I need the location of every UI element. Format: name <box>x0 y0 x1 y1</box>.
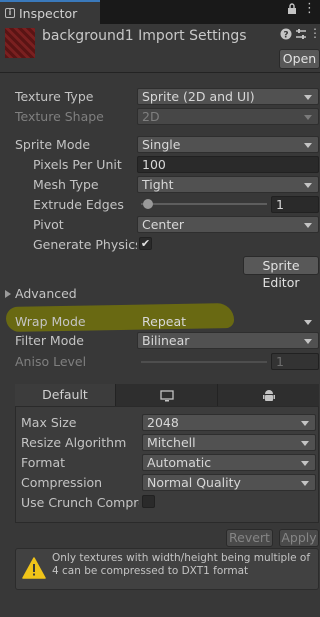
open-button[interactable]: Open <box>279 49 320 69</box>
pixels-per-unit-field[interactable]: 100 <box>137 156 319 173</box>
tab-standalone[interactable] <box>116 384 218 406</box>
mesh-type-dropdown[interactable]: Tight <box>137 176 319 193</box>
wrap-mode-label: Wrap Mode <box>15 314 86 329</box>
compression-dropdown[interactable]: Normal Quality <box>142 474 316 491</box>
sprite-mode-label: Sprite Mode <box>15 137 91 152</box>
help-icon[interactable]: ? <box>280 28 292 43</box>
pivot-label: Pivot <box>33 217 64 232</box>
sprite-mode-dropdown[interactable]: Single <box>137 136 319 153</box>
android-icon <box>262 387 275 402</box>
apply-button[interactable]: Apply <box>279 529 319 547</box>
kebab-menu-icon[interactable]: ⋮ <box>303 1 316 16</box>
tab-inspector-label: Inspector <box>19 6 78 21</box>
monitor-icon <box>159 387 174 402</box>
generate-physics-label: Generate Physics S <box>33 237 137 252</box>
extrude-edges-field[interactable]: 1 <box>271 196 319 213</box>
pixels-per-unit-label: Pixels Per Unit <box>33 157 122 172</box>
wrap-mode-dropdown[interactable]: Repeat <box>137 313 319 330</box>
revert-button[interactable]: Revert <box>226 529 273 547</box>
texture-shape-dropdown: 2D <box>137 108 319 125</box>
format-dropdown[interactable]: Automatic <box>142 454 316 471</box>
resize-algorithm-dropdown[interactable]: Mitchell <box>142 434 316 451</box>
pivot-dropdown[interactable]: Center <box>137 216 319 233</box>
info-icon: i <box>5 8 15 18</box>
filter-mode-dropdown[interactable]: Bilinear <box>137 332 319 349</box>
svg-text:?: ? <box>283 31 288 41</box>
extrude-edges-slider[interactable] <box>141 203 267 205</box>
extrude-edges-slider-thumb[interactable] <box>143 199 153 209</box>
tab-default[interactable]: Default <box>15 384 116 406</box>
mesh-type-label: Mesh Type <box>33 177 99 192</box>
import-settings-title: background1 Import Settings <box>42 28 247 44</box>
texture-thumbnail <box>5 28 35 58</box>
extrude-edges-label: Extrude Edges <box>33 197 124 212</box>
tab-android[interactable] <box>218 384 319 406</box>
tab-inspector[interactable]: i Inspector <box>0 0 100 24</box>
presets-icon[interactable] <box>295 28 307 43</box>
lock-icon[interactable] <box>287 3 297 18</box>
texture-type-label: Texture Type <box>15 89 94 104</box>
texture-shape-label: Texture Shape <box>15 109 104 124</box>
sprite-editor-button[interactable]: Sprite Editor <box>243 256 319 290</box>
aniso-level-slider <box>141 361 267 363</box>
advanced-foldout-arrow[interactable] <box>5 290 11 298</box>
aniso-level-field: 1 <box>271 353 319 370</box>
use-crunch-label: Use Crunch Compres <box>21 495 139 510</box>
use-crunch-checkbox[interactable] <box>142 495 155 508</box>
warning-icon <box>22 557 46 582</box>
max-size-dropdown[interactable]: 2048 <box>142 414 316 431</box>
filter-mode-label: Filter Mode <box>15 333 84 348</box>
texture-type-dropdown[interactable]: Sprite (2D and UI) <box>137 88 319 105</box>
format-label: Format <box>21 455 66 470</box>
compression-label: Compression <box>21 475 103 490</box>
kebab-menu-icon[interactable]: ⋮ <box>309 26 320 40</box>
max-size-label: Max Size <box>21 415 77 430</box>
platform-settings-panel: Max Size 2048 Resize Algorithm Mitchell … <box>15 406 319 523</box>
platform-tabs: Default <box>15 384 319 406</box>
warning-text: Only textures with width/height being mu… <box>52 552 311 577</box>
advanced-foldout[interactable]: Advanced <box>15 286 77 301</box>
aniso-level-label: Aniso Level <box>15 354 87 369</box>
header-divider <box>0 72 320 73</box>
generate-physics-checkbox[interactable]: ✔ <box>139 237 152 250</box>
resize-algorithm-label: Resize Algorithm <box>21 435 127 450</box>
compression-warning: Only textures with width/height being mu… <box>15 548 319 590</box>
